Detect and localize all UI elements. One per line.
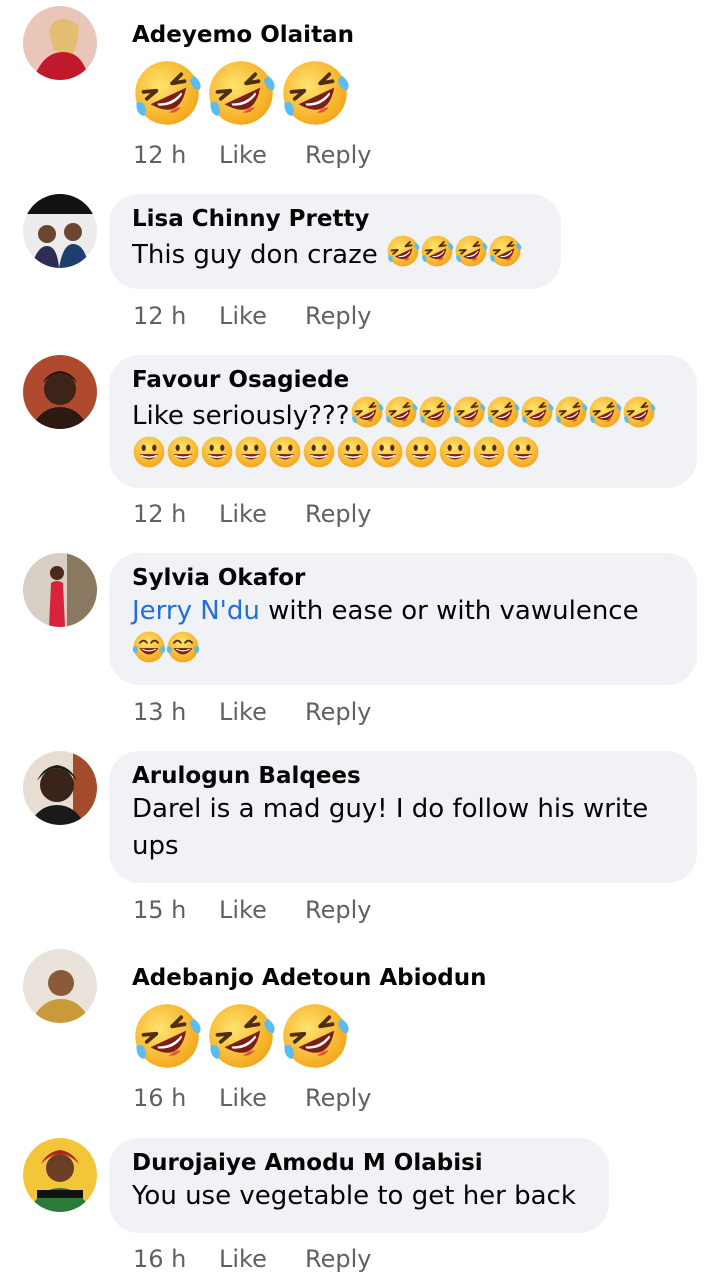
rolling-on-floor-laughing-emoji-icon xyxy=(280,58,350,128)
comment-text-content: Like seriously??? xyxy=(132,401,350,431)
avatar[interactable] xyxy=(23,194,97,268)
comment-meta: 13 h Like Reply xyxy=(133,698,371,726)
avatar[interactable] xyxy=(23,751,97,825)
rolling-on-floor-laughing-emoji-icon xyxy=(206,58,276,128)
rolling-on-floor-laughing-emoji-icon xyxy=(384,395,418,429)
grinning-face-emoji-icon xyxy=(268,435,302,469)
comment-author[interactable]: Sylvia Okafor xyxy=(132,563,675,593)
reply-button[interactable]: Reply xyxy=(305,1245,371,1273)
comment-time[interactable]: 16 h xyxy=(133,1245,219,1273)
rolling-on-floor-laughing-emoji-icon xyxy=(488,234,522,268)
comments-feed: Adeyemo Olaitan 12 h Like Reply Lisa Chinn… xyxy=(0,0,719,1276)
comment-author[interactable]: Favour Osagiede xyxy=(132,365,675,395)
comment-time[interactable]: 13 h xyxy=(133,698,219,726)
grinning-face-emoji-icon xyxy=(302,435,336,469)
grinning-face-emoji-icon xyxy=(506,435,540,469)
comment-bubble: Sylvia Okafor Jerry N'du with ease or wi… xyxy=(109,553,697,685)
comment-meta: 12 h Like Reply xyxy=(133,141,371,169)
reply-button[interactable]: Reply xyxy=(305,896,371,924)
rolling-on-floor-laughing-emoji-icon xyxy=(418,395,452,429)
comment-meta: 12 h Like Reply xyxy=(133,302,371,330)
comment-time[interactable]: 16 h xyxy=(133,1084,219,1112)
comment-text: Jerry N'du with ease or with vawulence xyxy=(132,593,675,670)
rolling-on-floor-laughing-emoji-icon xyxy=(132,58,202,128)
comment-author[interactable]: Arulogun Balqees xyxy=(132,761,675,791)
like-button[interactable]: Like xyxy=(219,1084,305,1112)
reply-button[interactable]: Reply xyxy=(305,141,371,169)
rolling-on-floor-laughing-emoji-icon xyxy=(350,395,384,429)
emoji-row xyxy=(132,1001,487,1071)
comment-text-content: with ease or with vawulence xyxy=(259,596,639,626)
comment-author[interactable]: Adeyemo Olaitan xyxy=(132,20,354,50)
avatar[interactable] xyxy=(23,6,97,80)
grinning-face-emoji-icon xyxy=(132,435,166,469)
like-button[interactable]: Like xyxy=(219,141,305,169)
rolling-on-floor-laughing-emoji-icon xyxy=(132,1001,202,1071)
rolling-on-floor-laughing-emoji-icon xyxy=(622,395,656,429)
comment-time[interactable]: 12 h xyxy=(133,302,219,330)
comment-author[interactable]: Durojaiye Amodu M Olabisi xyxy=(132,1148,587,1178)
grinning-face-emoji-icon xyxy=(472,435,506,469)
rolling-on-floor-laughing-emoji-icon xyxy=(486,395,520,429)
avatar[interactable] xyxy=(23,355,97,429)
reply-button[interactable]: Reply xyxy=(305,302,371,330)
comment-bubble: Arulogun Balqees Darel is a mad guy! I d… xyxy=(109,751,697,883)
grinning-face-emoji-icon xyxy=(234,435,268,469)
comment-text-content: This guy don craze xyxy=(132,240,387,270)
comment-meta: 15 h Like Reply xyxy=(133,896,371,924)
comment-author[interactable]: Lisa Chinny Pretty xyxy=(132,204,539,234)
rolling-on-floor-laughing-emoji-icon xyxy=(280,1001,350,1071)
grinning-face-emoji-icon xyxy=(438,435,472,469)
reply-button[interactable]: Reply xyxy=(305,1084,371,1112)
comment-meta: 12 h Like Reply xyxy=(133,500,371,528)
comment-text: Darel is a mad guy! I do follow his writ… xyxy=(132,794,649,861)
comment-meta: 16 h Like Reply xyxy=(133,1084,371,1112)
grinning-face-emoji-icon xyxy=(166,435,200,469)
comment-meta: 16 h Like Reply xyxy=(133,1245,371,1273)
rolling-on-floor-laughing-emoji-icon xyxy=(520,395,554,429)
rolling-on-floor-laughing-emoji-icon xyxy=(386,234,420,268)
rolling-on-floor-laughing-emoji-icon xyxy=(454,234,488,268)
comment-text: This guy don craze xyxy=(132,234,539,274)
like-button[interactable]: Like xyxy=(219,500,305,528)
like-button[interactable]: Like xyxy=(219,896,305,924)
emoji-row xyxy=(132,58,354,128)
like-button[interactable]: Like xyxy=(219,1245,305,1273)
comment-author[interactable]: Adebanjo Adetoun Abiodun xyxy=(132,963,487,993)
comment-time[interactable]: 15 h xyxy=(133,896,219,924)
rolling-on-floor-laughing-emoji-icon xyxy=(206,1001,276,1071)
grinning-face-emoji-icon xyxy=(336,435,370,469)
grinning-face-emoji-icon xyxy=(370,435,404,469)
comment-time[interactable]: 12 h xyxy=(133,500,219,528)
tears-of-joy-emoji-icon xyxy=(132,630,166,664)
grinning-face-emoji-icon xyxy=(404,435,438,469)
rolling-on-floor-laughing-emoji-icon xyxy=(554,395,588,429)
like-button[interactable]: Like xyxy=(219,302,305,330)
avatar[interactable] xyxy=(23,553,97,627)
comment-text: You use vegetable to get her back xyxy=(132,1181,576,1211)
tears-of-joy-emoji-icon xyxy=(166,630,200,664)
rolling-on-floor-laughing-emoji-icon xyxy=(420,234,454,268)
comment-text: Like seriously??? xyxy=(132,395,675,475)
rolling-on-floor-laughing-emoji-icon xyxy=(588,395,622,429)
reply-button[interactable]: Reply xyxy=(305,500,371,528)
grinning-face-emoji-icon xyxy=(200,435,234,469)
avatar[interactable] xyxy=(23,949,97,1023)
comment-bubble: Lisa Chinny Pretty This guy don craze xyxy=(109,194,561,289)
like-button[interactable]: Like xyxy=(219,698,305,726)
rolling-on-floor-laughing-emoji-icon xyxy=(452,395,486,429)
reply-button[interactable]: Reply xyxy=(305,698,371,726)
mention-link[interactable]: Jerry N'du xyxy=(132,596,260,626)
comment-time[interactable]: 12 h xyxy=(133,141,219,169)
comment-bubble: Durojaiye Amodu M Olabisi You use vegeta… xyxy=(109,1138,609,1233)
avatar[interactable] xyxy=(23,1138,97,1212)
comment-bubble: Favour Osagiede Like seriously??? xyxy=(109,355,697,488)
